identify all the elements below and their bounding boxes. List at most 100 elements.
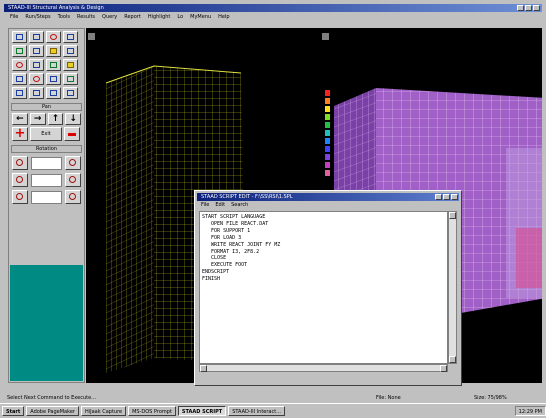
editor-window-controls bbox=[435, 194, 458, 200]
select-solid-icon[interactable] bbox=[63, 45, 78, 57]
window-3-icon[interactable] bbox=[46, 87, 61, 99]
editor-maximize-button[interactable] bbox=[443, 194, 450, 200]
tool-palette: Pan ← → ↑ ↓ + Exit Rotation bbox=[8, 28, 85, 383]
window-4-icon[interactable] bbox=[63, 87, 78, 99]
script-line: ENDSCRIPT bbox=[202, 269, 230, 276]
scroll-left-button[interactable] bbox=[200, 365, 207, 372]
legend-swatch bbox=[325, 170, 330, 176]
editor-title: STAAD SCRIPT EDIT - F:\SS\RSI\1.SPL bbox=[201, 194, 293, 200]
rotation-row-z bbox=[12, 190, 82, 204]
rotation-y-field[interactable] bbox=[30, 173, 63, 187]
select-member-icon[interactable] bbox=[29, 45, 44, 57]
scroll-up-button[interactable] bbox=[449, 212, 456, 219]
status-bar: Select Next Command to Execute... File: … bbox=[4, 394, 542, 403]
editor-close-button[interactable] bbox=[451, 194, 458, 200]
viewport-corner-handle[interactable] bbox=[88, 33, 95, 40]
deflection-icon[interactable] bbox=[46, 59, 61, 71]
support-icon[interactable] bbox=[29, 59, 44, 71]
legend-swatch bbox=[325, 122, 330, 128]
legend-swatch bbox=[325, 146, 330, 152]
rotate-y-reverse-icon[interactable] bbox=[65, 173, 82, 187]
stress-icon[interactable] bbox=[63, 59, 78, 71]
taskbar-item[interactable]: HiJaak Capture bbox=[80, 406, 127, 416]
script-text-area[interactable]: START SCRIPT LANGUAGE OPEN FILE REACT.DA… bbox=[199, 211, 448, 364]
menu-file[interactable]: File bbox=[10, 12, 18, 22]
pan-up-arrow-icon[interactable]: ↑ bbox=[47, 113, 64, 125]
editor-horizontal-scrollbar[interactable] bbox=[199, 364, 448, 372]
taskbar-item[interactable]: MS-DOS Prompt bbox=[128, 406, 176, 416]
script-line: FINISH bbox=[202, 276, 221, 283]
staad-main-window: STAAD-III Structural Analysis & Design F… bbox=[0, 0, 546, 418]
maximize-button[interactable] bbox=[525, 5, 532, 11]
editor-menu-bar: File Edit Search bbox=[197, 202, 459, 209]
close-button[interactable] bbox=[533, 5, 540, 11]
exit-button[interactable]: Exit bbox=[30, 127, 62, 141]
script-line: FOR SUPPORT 1 bbox=[202, 227, 251, 234]
rotation-z-field[interactable] bbox=[30, 190, 63, 204]
section-icon[interactable] bbox=[29, 73, 44, 85]
script-line: EXECUTE FOOT bbox=[202, 262, 248, 269]
legend-handle[interactable] bbox=[322, 33, 329, 40]
view-iso-icon[interactable] bbox=[63, 31, 78, 43]
editor-menu-edit[interactable]: Edit bbox=[215, 202, 225, 209]
menu-mymenu[interactable]: MyMenu bbox=[190, 12, 211, 22]
pan-down-arrow-icon[interactable]: ↓ bbox=[65, 113, 81, 125]
taskbar-item[interactable]: STAAD-III Interact... bbox=[228, 406, 285, 416]
scroll-down-button[interactable] bbox=[449, 356, 456, 363]
window-title: STAAD-III Structural Analysis & Design bbox=[8, 5, 104, 11]
menu-report[interactable]: Report bbox=[124, 12, 141, 22]
window-1-icon[interactable] bbox=[12, 87, 27, 99]
legend-swatch bbox=[325, 154, 330, 160]
rotate-z-icon[interactable] bbox=[12, 190, 28, 204]
scroll-right-button[interactable] bbox=[440, 365, 447, 372]
icon-row bbox=[12, 59, 82, 71]
editor-vertical-scrollbar[interactable] bbox=[448, 211, 457, 364]
select-node-icon[interactable] bbox=[12, 45, 27, 57]
legend-swatch bbox=[325, 138, 330, 144]
taskbar-item-active[interactable]: STAAD SCRIPT bbox=[177, 406, 227, 416]
rotate-x-icon[interactable] bbox=[12, 156, 28, 170]
window-2-icon[interactable] bbox=[29, 87, 44, 99]
pan-left-arrow-icon[interactable]: ← bbox=[12, 113, 28, 125]
editor-menu-search[interactable]: Search bbox=[231, 202, 248, 209]
render-icon[interactable] bbox=[63, 73, 78, 85]
zoom-controls: + Exit bbox=[12, 127, 81, 141]
rotation-x-field[interactable] bbox=[30, 156, 63, 170]
zoom-out-minus-icon[interactable] bbox=[64, 127, 80, 141]
taskbar-item[interactable]: Adobe PageMaker bbox=[26, 406, 79, 416]
start-button[interactable]: Start bbox=[2, 406, 25, 416]
menu-highlight[interactable]: Highlight bbox=[148, 12, 171, 22]
script-editor-window: STAAD SCRIPT EDIT - F:\SS\RSI\1.SPL File… bbox=[194, 190, 462, 386]
system-tray-clock: 12:29 PM bbox=[514, 406, 546, 416]
view-front-icon[interactable] bbox=[12, 31, 27, 43]
rotate-z-reverse-icon[interactable] bbox=[65, 190, 82, 204]
menu-tools[interactable]: Tools bbox=[58, 12, 70, 22]
select-plate-icon[interactable] bbox=[46, 45, 61, 57]
title-bar: STAAD-III Structural Analysis & Design bbox=[4, 4, 542, 12]
load-icon[interactable] bbox=[12, 59, 27, 71]
rotate-y-icon[interactable] bbox=[12, 173, 28, 187]
contour-stress-region bbox=[516, 228, 542, 288]
rotation-row-x bbox=[12, 156, 82, 170]
legend-swatch bbox=[325, 130, 330, 136]
icon-row bbox=[12, 45, 82, 57]
zoom-in-plus-icon[interactable]: + bbox=[12, 127, 28, 141]
status-hint: Select Next Command to Execute... bbox=[7, 395, 96, 401]
menu-help[interactable]: Help bbox=[218, 12, 229, 22]
label-icon[interactable] bbox=[12, 73, 27, 85]
script-line: CLOSE bbox=[202, 255, 227, 262]
legend-swatch bbox=[325, 162, 330, 168]
menu-query[interactable]: Query bbox=[102, 12, 117, 22]
menu-results[interactable]: Results bbox=[77, 12, 95, 22]
script-line: FOR LOAD 3 bbox=[202, 234, 242, 241]
editor-menu-file[interactable]: File bbox=[201, 202, 209, 209]
pan-right-arrow-icon[interactable]: → bbox=[29, 113, 46, 125]
minimize-button[interactable] bbox=[517, 5, 524, 11]
menu-run-steps[interactable]: Run/Steps bbox=[25, 12, 50, 22]
grid-icon[interactable] bbox=[46, 73, 61, 85]
menu-lo[interactable]: Lo bbox=[177, 12, 183, 22]
view-top-icon[interactable] bbox=[46, 31, 61, 43]
rotate-x-reverse-icon[interactable] bbox=[65, 156, 82, 170]
view-side-icon[interactable] bbox=[29, 31, 44, 43]
editor-minimize-button[interactable] bbox=[435, 194, 442, 200]
